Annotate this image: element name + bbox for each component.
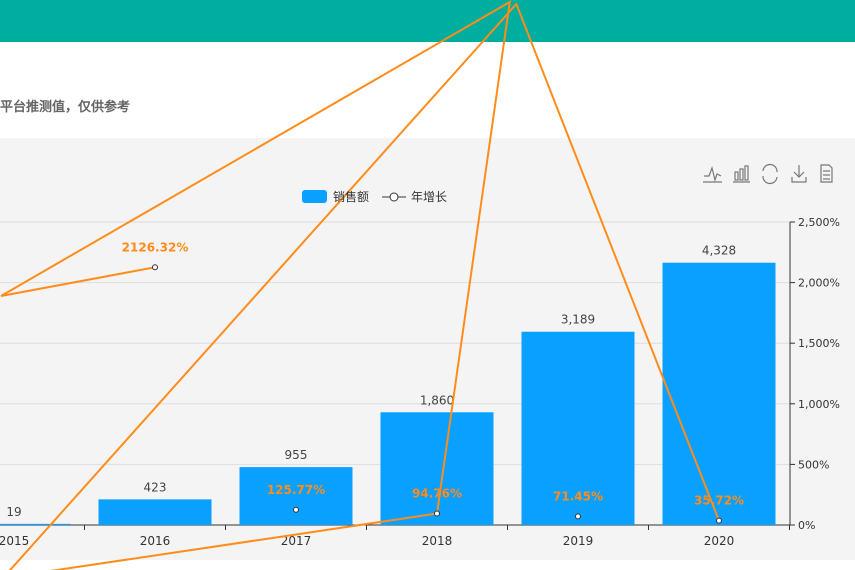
y-right-tick-label: 0% bbox=[798, 519, 815, 532]
y-right-tick-label: 2,000% bbox=[798, 277, 840, 290]
growth-label: 71.45% bbox=[553, 489, 603, 503]
growth-point bbox=[434, 510, 440, 517]
y-right-tick-label: 1,500% bbox=[798, 337, 840, 350]
bar-value-label: 423 bbox=[144, 480, 167, 494]
bar-value-label: 1,860 bbox=[420, 393, 454, 407]
bar-value-label: 4,328 bbox=[702, 244, 736, 258]
growth-point bbox=[293, 506, 299, 513]
growth-point bbox=[575, 513, 581, 520]
x-tick-label: 2020 bbox=[704, 534, 735, 548]
bar-value-label: 955 bbox=[285, 448, 308, 462]
growth-point bbox=[716, 517, 722, 524]
bar-value-label: 19 bbox=[6, 505, 21, 519]
sales-chart: 0% 500% 1,000% 1,500% 2,000% 2,500% 2015 19 2016… bbox=[0, 0, 840, 570]
growth-point bbox=[152, 264, 158, 271]
bar-value-label: 3,189 bbox=[561, 313, 595, 327]
growth-label: 35.72% bbox=[694, 494, 744, 508]
y-right-tick-label: 500% bbox=[798, 458, 829, 471]
growth-label: 125.77% bbox=[267, 483, 325, 497]
bar bbox=[0, 523, 71, 525]
legend-bar-swatch bbox=[302, 190, 327, 203]
growth-label: 2126.32% bbox=[122, 240, 189, 254]
x-tick-label: 2016 bbox=[140, 534, 171, 548]
growth-label: 94.76% bbox=[412, 487, 462, 501]
legend-line-label: 年增长 bbox=[411, 190, 447, 204]
x-tick-label: 2019 bbox=[563, 534, 594, 548]
legend-bar-label: 销售额 bbox=[333, 189, 369, 204]
y-right-tick-label: 1,000% bbox=[798, 398, 840, 411]
legend-line-marker bbox=[389, 192, 399, 202]
x-tick-label: 2015 bbox=[0, 534, 29, 548]
bar bbox=[662, 262, 776, 525]
y-right-tick-label: 2,500% bbox=[798, 216, 840, 229]
x-tick-label: 2018 bbox=[422, 534, 453, 548]
bar bbox=[98, 499, 212, 525]
